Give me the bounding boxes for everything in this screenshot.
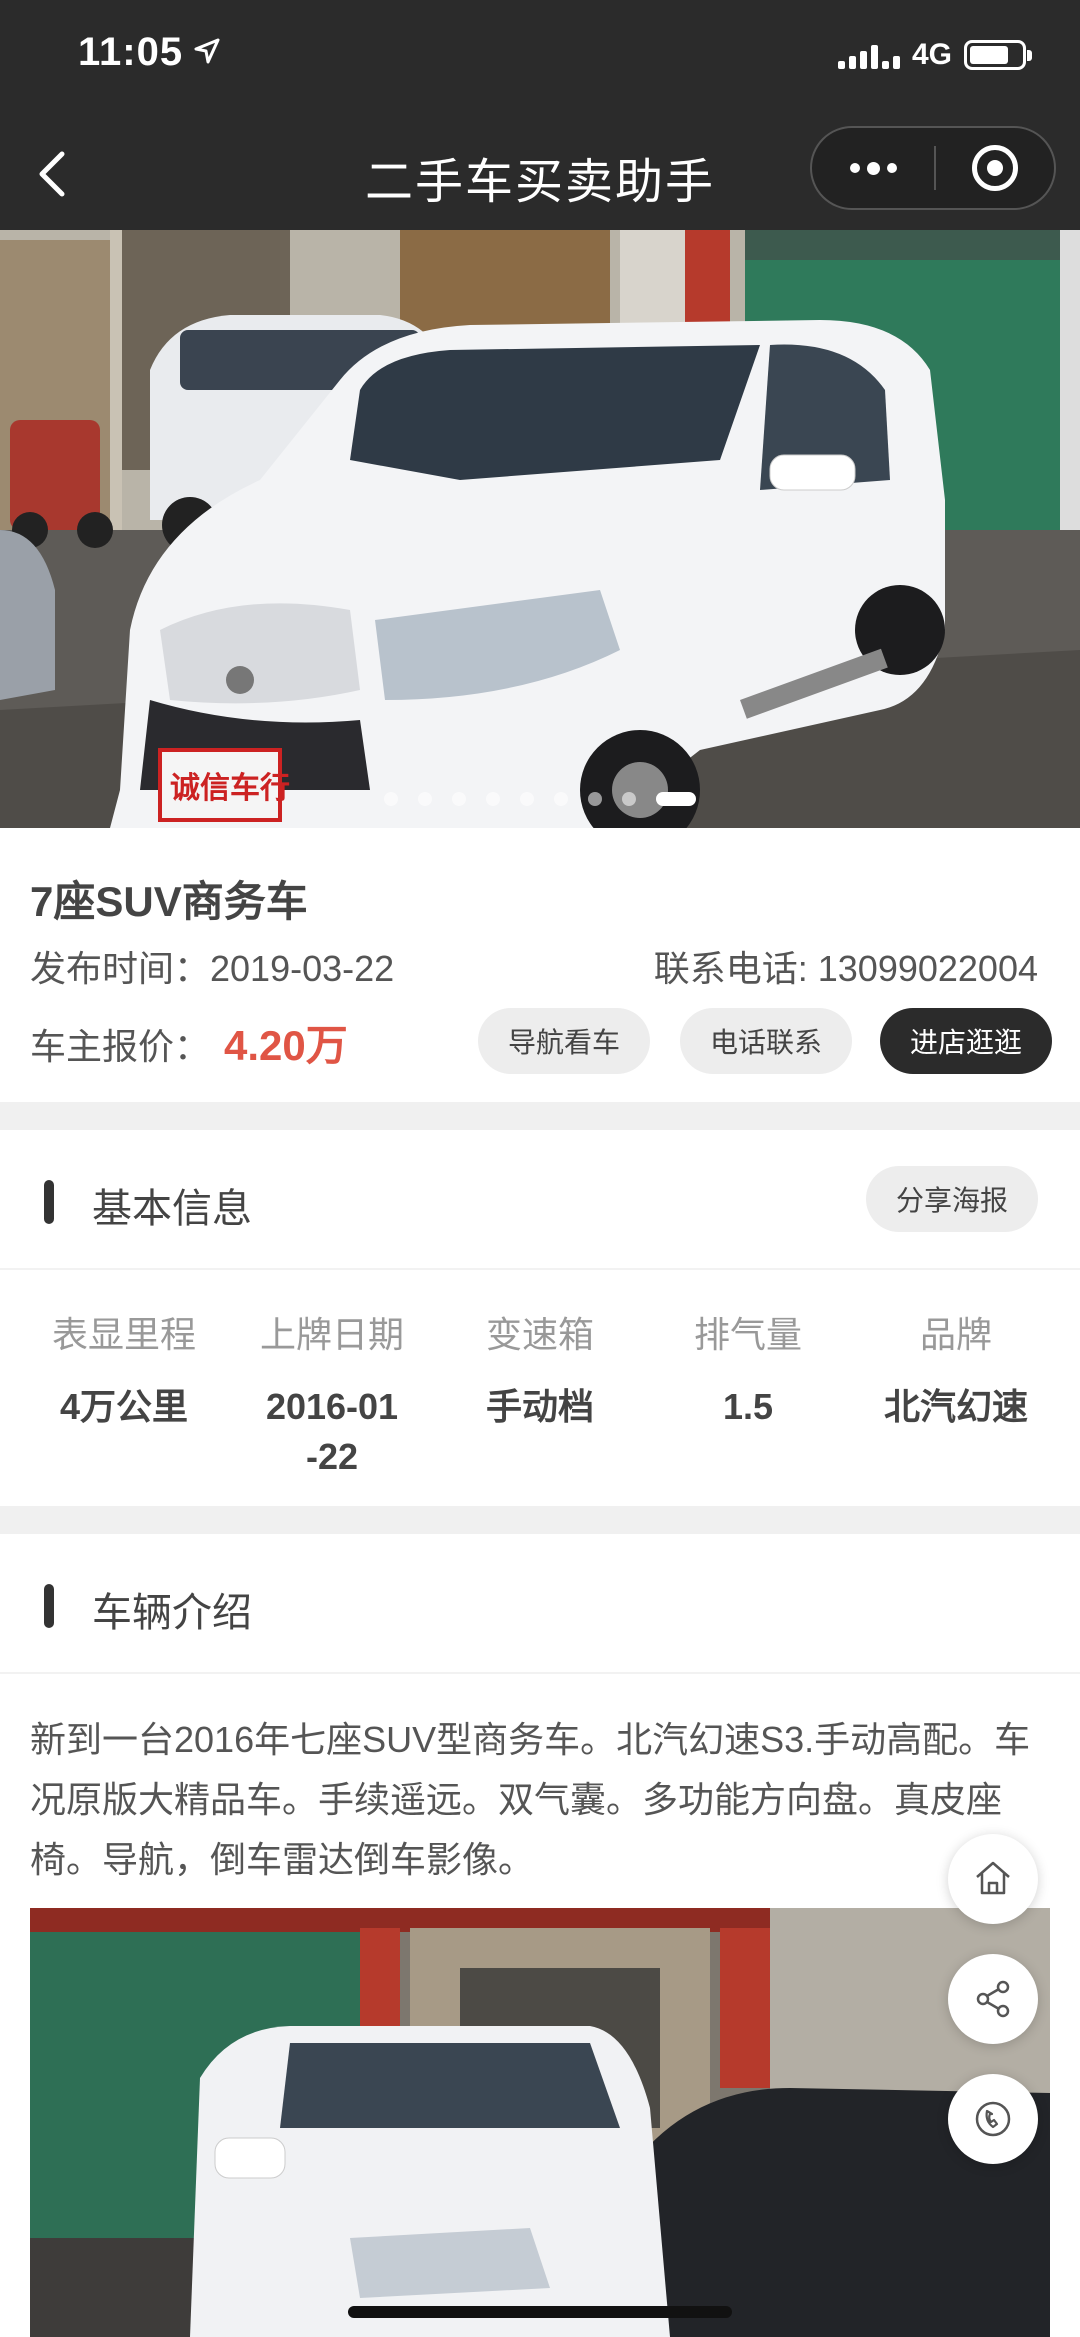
nav-bar: 二手车买卖助手 [0,118,1080,230]
share-icon [976,1980,1010,2018]
info-value: 手动档 [485,1386,594,1427]
car-photo: 诚信车行 [0,230,1080,828]
listing-title: 7座SUV商务车 [30,878,308,925]
publish-date: 发布时间：2019-03-22 [30,940,394,992]
more-options-icon[interactable] [812,128,934,208]
home-icon [976,1861,1010,1895]
navigate-button[interactable]: 导航看车 [478,1008,650,1074]
section-marker [44,1584,54,1628]
share-fab[interactable] [948,1954,1038,2044]
status-bar: 11:05 4G [0,0,1080,118]
home-indicator[interactable] [348,2306,732,2318]
price-value: 4.20万 [224,1022,348,1069]
info-item: 变速箱 手动档 [436,1274,644,1506]
home-fab[interactable] [948,1834,1038,1924]
section-divider [0,1506,1080,1534]
intro-heading: 车辆介绍 [92,1591,252,1635]
section-divider [0,1102,1080,1130]
share-poster-button[interactable]: 分享海报 [866,1166,1038,1232]
info-key: 上牌日期 [259,1314,404,1355]
miniprogram-capsule [810,126,1056,210]
phone-icon [975,2101,1011,2137]
battery-icon [964,40,1032,70]
price-label: 车主报价： [30,1026,211,1067]
info-value: 4万公里 [59,1386,189,1427]
carousel-indicator [0,792,1080,806]
phone-label: 联系电话: [653,948,818,989]
info-key: 品牌 [919,1314,992,1355]
basic-info-heading: 基本信息 [92,1187,252,1231]
contact-phone[interactable]: 联系电话: 13099022004 [654,940,1038,992]
publish-label: 发布时间： [30,948,211,989]
info-item: 上牌日期 2016-01-22 [228,1274,436,1506]
basic-info-grid: 表显里程 4万公里 上牌日期 2016-01-22 变速箱 手动档 排气量 1.… [20,1274,1060,1506]
info-value: 北汽幻速 [883,1386,1028,1427]
publish-date-value: 2019-03-22 [210,948,395,989]
info-item: 排气量 1.5 [644,1274,852,1506]
phone-value: 13099022004 [817,948,1038,989]
car-photo-2 [30,1908,1050,2337]
basic-info-header: 基本信息 分享海报 [0,1130,1080,1270]
intro-header: 车辆介绍 [0,1534,1080,1674]
visit-shop-button[interactable]: 进店逛逛 [880,1008,1052,1074]
info-item: 表显里程 4万公里 [20,1274,228,1506]
info-value: 2016-01-22 [265,1386,399,1477]
info-value: 1.5 [722,1386,774,1427]
listing-summary: 7座SUV商务车 发布时间：2019-03-22 联系电话: 130990220… [0,828,1080,1102]
status-time: 11:05 [78,30,184,74]
info-item: 品牌 北汽幻速 [852,1274,1060,1506]
network-type: 4G [911,38,952,71]
intro-photo[interactable] [30,1908,1050,2337]
call-button[interactable]: 电话联系 [680,1008,852,1074]
section-marker [44,1180,54,1224]
info-key: 排气量 [693,1314,802,1355]
signal-icon [837,41,900,69]
intro-text: 新到一台2016年七座SUV型商务车。北汽幻速S3.手动高配。车况原版大精品车。… [30,1719,1031,1880]
info-key: 变速箱 [485,1314,594,1355]
close-miniprogram-icon[interactable] [936,145,1054,191]
phone-fab[interactable] [948,2074,1038,2164]
info-key: 表显里程 [51,1314,196,1355]
car-photo-carousel[interactable]: 诚信车行 [0,230,1080,828]
location-arrow-icon [194,38,220,64]
